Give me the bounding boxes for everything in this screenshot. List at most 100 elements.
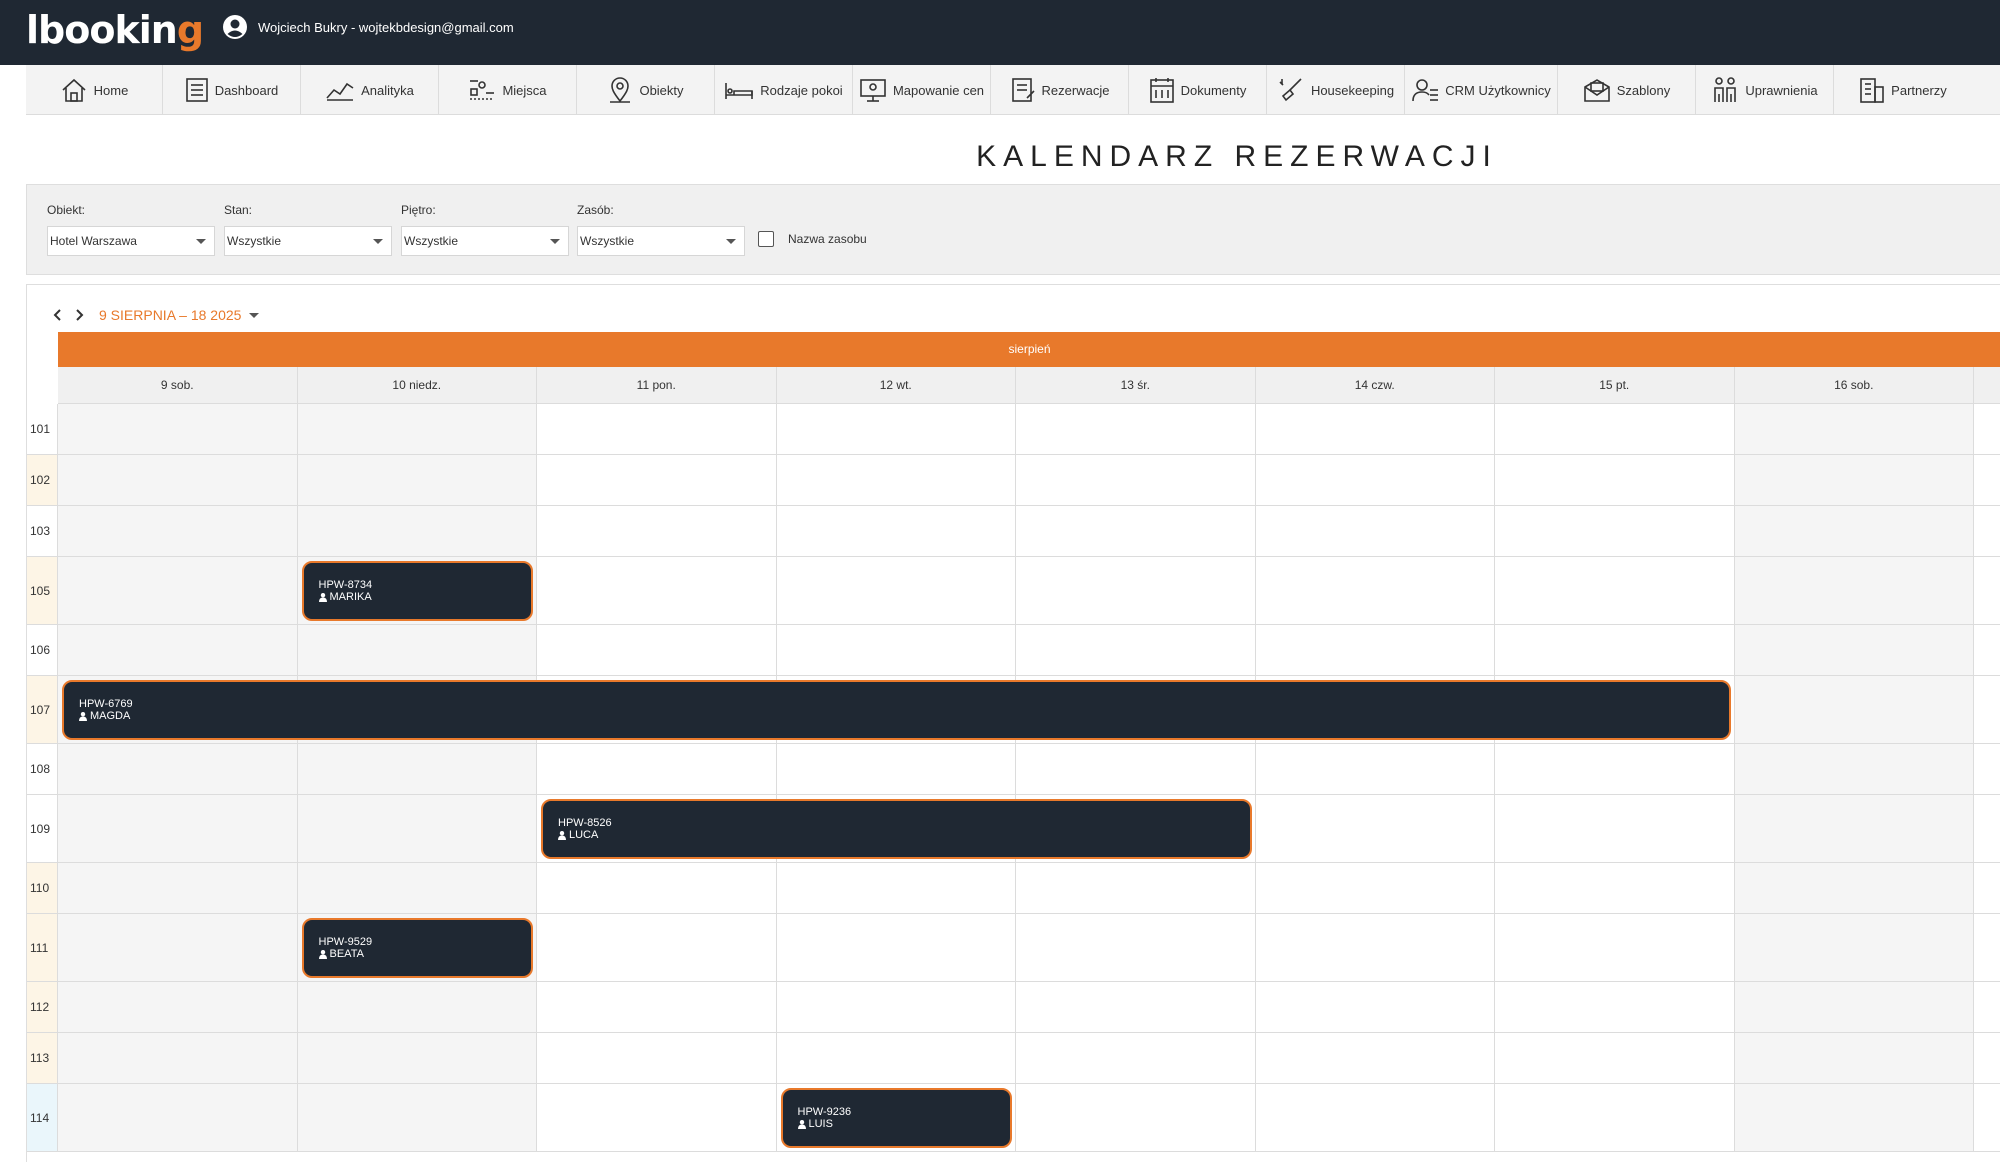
calendar-cell[interactable]: [1734, 506, 1974, 556]
nav-obiekty[interactable]: Obiekty: [577, 65, 715, 115]
calendar-cell[interactable]: [1495, 863, 1735, 913]
calendar-cell[interactable]: [1256, 863, 1495, 913]
calendar-cell[interactable]: [1495, 455, 1735, 505]
calendar-cell[interactable]: [537, 914, 777, 981]
calendar-cell[interactable]: [537, 455, 777, 505]
calendar-cell[interactable]: [1016, 506, 1256, 556]
calendar-cell[interactable]: [58, 1033, 298, 1083]
calendar-cell[interactable]: [777, 1033, 1016, 1083]
calendar-cell[interactable]: [777, 863, 1016, 913]
calendar-cell[interactable]: [297, 455, 537, 505]
calendar-cell[interactable]: [1256, 1033, 1495, 1083]
nav-miejsca[interactable]: Miejsca: [439, 65, 577, 115]
calendar-cell[interactable]: [777, 506, 1016, 556]
booking-block[interactable]: HPW-8526 LUCA: [541, 799, 1252, 859]
calendar-cell[interactable]: [297, 625, 537, 675]
calendar-cell[interactable]: [1495, 1033, 1735, 1083]
calendar-cell[interactable]: [777, 557, 1016, 624]
calendar-cell[interactable]: [58, 982, 298, 1032]
calendar-cell[interactable]: [1016, 914, 1256, 981]
nav-home[interactable]: Home: [26, 65, 163, 115]
calendar-cell[interactable]: [1016, 455, 1256, 505]
calendar-cell[interactable]: [58, 863, 298, 913]
calendar-cell[interactable]: [777, 455, 1016, 505]
calendar-cell[interactable]: [537, 982, 777, 1032]
calendar-cell[interactable]: [58, 625, 298, 675]
calendar-cell[interactable]: [1256, 744, 1495, 794]
calendar-cell[interactable]: [1734, 982, 1974, 1032]
booking-block[interactable]: HPW-9236 LUIS: [780, 1088, 1012, 1148]
nav-rezerwacje[interactable]: Rezerwacje: [991, 65, 1129, 115]
calendar-cell[interactable]: [1495, 1084, 1735, 1151]
calendar-cell[interactable]: [1495, 625, 1735, 675]
booking-block[interactable]: HPW-8734 MARIKA: [301, 561, 533, 621]
stan-select[interactable]: Wszystkie: [224, 226, 392, 256]
calendar-cell[interactable]: [1016, 982, 1256, 1032]
booking-block[interactable]: HPW-9529 BEATA: [301, 918, 533, 978]
calendar-cell[interactable]: [537, 404, 777, 454]
calendar-cell[interactable]: [297, 404, 537, 454]
calendar-cell[interactable]: [1256, 625, 1495, 675]
calendar-cell[interactable]: [537, 863, 777, 913]
calendar-cell[interactable]: [1734, 676, 1974, 743]
calendar-cell[interactable]: [1256, 404, 1495, 454]
calendar-cell[interactable]: [1734, 625, 1974, 675]
calendar-cell[interactable]: [1734, 914, 1974, 981]
calendar-cell[interactable]: [58, 914, 298, 981]
calendar-cell[interactable]: [1016, 744, 1256, 794]
calendar-cell[interactable]: [1734, 795, 1974, 862]
calendar-cell[interactable]: [777, 982, 1016, 1032]
calendar-cell[interactable]: [58, 455, 298, 505]
calendar-cell[interactable]: [777, 914, 1016, 981]
calendar-cell[interactable]: [537, 744, 777, 794]
nav-analityka[interactable]: Analityka: [301, 65, 439, 115]
calendar-cell[interactable]: [1495, 404, 1735, 454]
pietro-select[interactable]: Wszystkie: [401, 226, 569, 256]
calendar-cell[interactable]: [537, 625, 777, 675]
calendar-cell[interactable]: [777, 744, 1016, 794]
calendar-cell[interactable]: [297, 1033, 537, 1083]
nav-crm-uzytkownicy[interactable]: CRM Użytkownicy: [1405, 65, 1558, 115]
calendar-cell[interactable]: [1016, 1033, 1256, 1083]
calendar-cell[interactable]: [1734, 1084, 1974, 1151]
calendar-cell[interactable]: [1734, 455, 1974, 505]
booking-block[interactable]: HPW-6769 MAGDA: [62, 680, 1731, 740]
calendar-cell[interactable]: [1016, 1084, 1256, 1151]
calendar-cell[interactable]: [1016, 863, 1256, 913]
nazwa-zasobu-toggle[interactable]: Nazwa zasobu: [758, 231, 867, 247]
calendar-cell[interactable]: [297, 1084, 537, 1151]
nav-uprawnienia[interactable]: Uprawnienia: [1696, 65, 1834, 115]
next-week-button[interactable]: [70, 305, 90, 325]
calendar-cell[interactable]: [1256, 506, 1495, 556]
calendar-cell[interactable]: [1256, 1084, 1495, 1151]
logo[interactable]: lbooking: [26, 8, 204, 52]
calendar-cell[interactable]: [58, 795, 298, 862]
calendar-cell[interactable]: [777, 625, 1016, 675]
calendar-cell[interactable]: [297, 744, 537, 794]
calendar-cell[interactable]: [1734, 744, 1974, 794]
calendar-cell[interactable]: [1495, 744, 1735, 794]
date-range-picker[interactable]: 9 SIERPNIA – 18 2025: [99, 307, 260, 323]
calendar-cell[interactable]: [1495, 557, 1735, 624]
nav-partnerzy[interactable]: Partnerzy: [1834, 65, 1972, 115]
prev-week-button[interactable]: [47, 305, 67, 325]
calendar-cell[interactable]: [1495, 506, 1735, 556]
calendar-cell[interactable]: [537, 506, 777, 556]
calendar-cell[interactable]: [58, 404, 298, 454]
calendar-cell[interactable]: [1256, 557, 1495, 624]
calendar-cell[interactable]: [1495, 795, 1735, 862]
calendar-cell[interactable]: [537, 557, 777, 624]
calendar-cell[interactable]: [58, 557, 298, 624]
calendar-cell[interactable]: [1734, 863, 1974, 913]
calendar-cell[interactable]: [1256, 455, 1495, 505]
calendar-cell[interactable]: [1256, 982, 1495, 1032]
calendar-cell[interactable]: [58, 1084, 298, 1151]
calendar-cell[interactable]: [1734, 557, 1974, 624]
calendar-cell[interactable]: [58, 506, 298, 556]
calendar-cell[interactable]: [1734, 1033, 1974, 1083]
user-account[interactable]: Wojciech Bukry - wojtekbdesign@gmail.com: [222, 14, 514, 40]
calendar-cell[interactable]: [537, 1084, 777, 1151]
nav-rodzaje-pokoi[interactable]: Rodzaje pokoi: [715, 65, 853, 115]
calendar-cell[interactable]: [777, 404, 1016, 454]
calendar-cell[interactable]: [1016, 404, 1256, 454]
